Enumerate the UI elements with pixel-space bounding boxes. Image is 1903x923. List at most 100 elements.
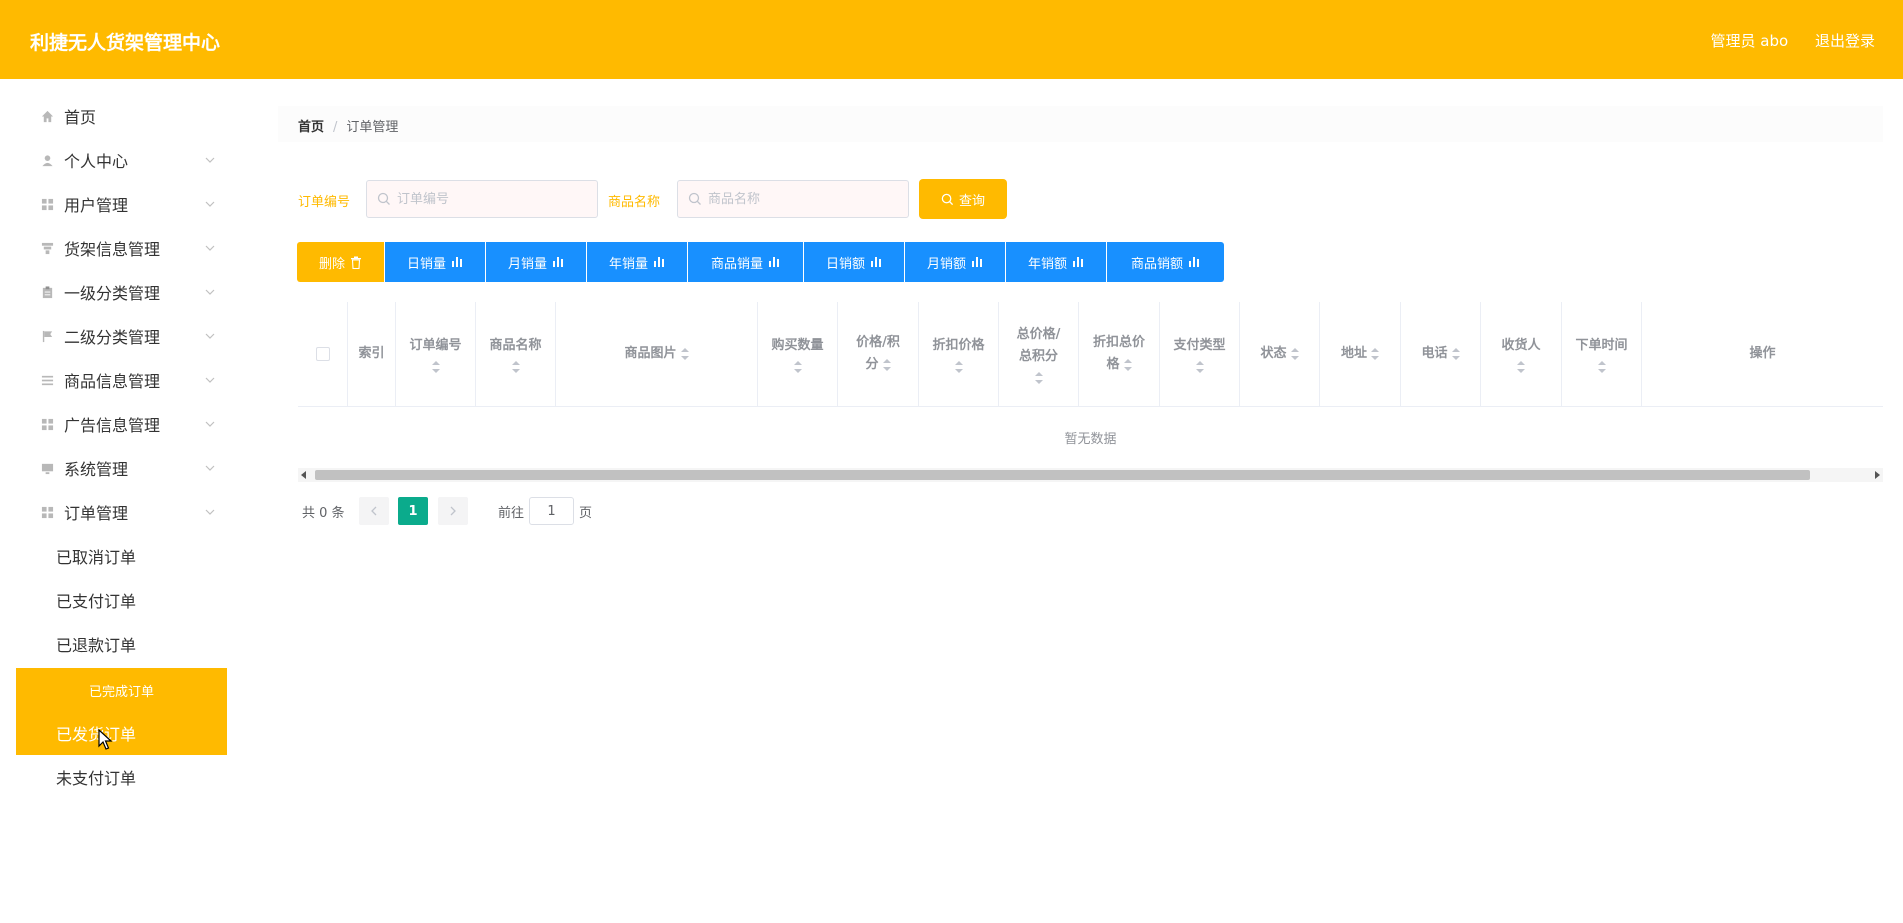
goto-page-input[interactable] — [529, 497, 574, 525]
prev-page-button[interactable] — [359, 497, 389, 525]
scroll-left-icon[interactable] — [301, 471, 307, 479]
clipboard-icon — [40, 285, 54, 299]
order-no-label: 订单编号 — [298, 195, 351, 210]
page-number-current[interactable]: 1 — [398, 497, 428, 525]
user-icon — [40, 153, 54, 167]
sidebar-item-home[interactable]: 首页 — [16, 94, 227, 138]
sidebar-subitem-shipped-orders[interactable]: 已发货订单 — [16, 710, 227, 755]
sort-icon[interactable] — [1290, 348, 1299, 360]
bar-chart-icon — [654, 257, 664, 267]
sort-icon[interactable] — [431, 361, 440, 373]
orders-table: 索引 订单编号 商品名称 商品图片 购买数量 价格/积 分 折扣价格 总价格/ … — [298, 302, 1883, 407]
column-header-label: 分 — [865, 357, 879, 372]
column-header-discount-total[interactable]: 折扣总价 格 — [1079, 302, 1160, 406]
sidebar-item-label: 广告信息管理 — [64, 416, 161, 435]
chevron-down-icon — [205, 289, 215, 295]
query-button[interactable]: 查询 — [919, 179, 1007, 219]
column-header-discount-price[interactable]: 折扣价格 — [919, 302, 999, 406]
column-header-product-image[interactable]: 商品图片 — [556, 302, 758, 406]
yearly-sales-volume-button[interactable]: 年销量 — [587, 242, 687, 282]
delete-button[interactable]: 删除 — [297, 242, 384, 282]
sort-icon[interactable] — [1034, 372, 1043, 384]
sidebar-item-category-2[interactable]: 二级分类管理 — [16, 314, 227, 358]
sidebar-subitem-completed-orders[interactable]: 已完成订单 — [16, 668, 227, 712]
sort-icon[interactable] — [1597, 361, 1606, 373]
sidebar-subitem-refunded-orders[interactable]: 已退款订单 — [16, 622, 227, 666]
daily-sales-volume-button[interactable]: 日销量 — [385, 242, 485, 282]
column-header-address[interactable]: 地址 — [1320, 302, 1401, 406]
table-horizontal-scrollbar[interactable] — [298, 468, 1883, 482]
sidebar-item-orders[interactable]: 订单管理 — [16, 490, 227, 534]
product-sales-amount-button[interactable]: 商品销额 — [1107, 242, 1224, 282]
chevron-down-icon — [205, 509, 215, 515]
column-header-label: 折扣价格 — [932, 338, 985, 353]
sidebar-subitem-paid-orders[interactable]: 已支付订单 — [16, 578, 227, 622]
admin-user-label[interactable]: 管理员 abo — [1711, 32, 1789, 50]
sidebar-subitem-label: 未支付订单 — [56, 769, 137, 788]
yearly-sales-amount-button[interactable]: 年销额 — [1006, 242, 1106, 282]
toolbar-button-label: 日销额 — [825, 256, 865, 272]
product-name-input[interactable] — [677, 180, 909, 218]
column-header-label: 总价格/ — [1016, 327, 1061, 342]
column-header-label: 电话 — [1421, 346, 1448, 361]
chevron-down-icon — [205, 421, 215, 427]
sort-icon[interactable] — [1195, 361, 1204, 373]
sort-icon[interactable] — [882, 358, 891, 371]
column-header-payment-type[interactable]: 支付类型 — [1160, 302, 1240, 406]
product-name-label: 商品名称 — [608, 195, 661, 210]
sidebar-subitem-cancelled-orders[interactable]: 已取消订单 — [16, 534, 227, 578]
sidebar-item-system[interactable]: 系统管理 — [16, 446, 227, 490]
sort-icon[interactable] — [1451, 348, 1460, 360]
column-header-product-name[interactable]: 商品名称 — [476, 302, 556, 406]
sidebar-subitem-unpaid-orders[interactable]: 未支付订单 — [16, 755, 227, 799]
pagination-total: 共 0 条 — [302, 505, 345, 521]
order-no-input[interactable] — [366, 180, 598, 218]
sidebar-item-product-info[interactable]: 商品信息管理 — [16, 358, 227, 402]
logout-link[interactable]: 退出登录 — [1815, 32, 1875, 50]
page-suffix: 页 — [579, 505, 593, 521]
sidebar-item-shelf-info[interactable]: 货架信息管理 — [16, 226, 227, 270]
sort-icon[interactable] — [954, 361, 963, 373]
column-header-status[interactable]: 状态 — [1240, 302, 1320, 406]
breadcrumb-home[interactable]: 首页 — [298, 120, 324, 135]
column-header-phone[interactable]: 电话 — [1401, 302, 1481, 406]
column-header-label: 商品名称 — [489, 338, 542, 353]
chevron-down-icon — [205, 245, 215, 251]
sidebar-subitem-label: 已取消订单 — [56, 548, 137, 567]
column-header-total-price[interactable]: 总价格/ 总积分 — [999, 302, 1079, 406]
sidebar-item-category-1[interactable]: 一级分类管理 — [16, 270, 227, 314]
sidebar-item-ad-info[interactable]: 广告信息管理 — [16, 402, 227, 446]
sort-icon[interactable] — [793, 361, 802, 373]
column-header-index: 索引 — [348, 302, 396, 406]
sidebar-item-label: 用户管理 — [64, 196, 129, 215]
scrollbar-thumb[interactable] — [315, 470, 1810, 480]
daily-sales-amount-button[interactable]: 日销额 — [804, 242, 904, 282]
product-sales-volume-button[interactable]: 商品销量 — [688, 242, 803, 282]
column-header-quantity[interactable]: 购买数量 — [758, 302, 838, 406]
select-all-checkbox[interactable] — [315, 347, 330, 361]
chevron-down-icon — [205, 201, 215, 207]
sort-icon[interactable] — [1123, 358, 1132, 371]
sidebar-item-label: 货架信息管理 — [64, 240, 161, 259]
chevron-right-icon — [450, 506, 456, 516]
column-header-order-no[interactable]: 订单编号 — [396, 302, 476, 406]
next-page-button[interactable] — [438, 497, 468, 525]
column-header-receiver[interactable]: 收货人 — [1481, 302, 1562, 406]
sort-icon[interactable] — [511, 361, 520, 373]
grid-icon — [40, 505, 54, 519]
sort-icon[interactable] — [1371, 348, 1379, 360]
monthly-sales-volume-button[interactable]: 月销量 — [486, 242, 586, 282]
search-icon — [377, 192, 390, 205]
column-header-label: 状态 — [1260, 346, 1287, 361]
sort-icon[interactable] — [1517, 361, 1525, 373]
sidebar-subitem-label: 已退款订单 — [56, 636, 137, 655]
toolbar-button-label: 日销量 — [406, 256, 446, 272]
column-header-order-time[interactable]: 下单时间 — [1562, 302, 1642, 406]
column-header-price-points[interactable]: 价格/积 分 — [838, 302, 919, 406]
sidebar-item-users[interactable]: 用户管理 — [16, 182, 227, 226]
bar-chart-icon — [769, 257, 779, 267]
sidebar-item-profile[interactable]: 个人中心 — [16, 138, 227, 182]
scroll-right-icon[interactable] — [1874, 471, 1880, 479]
sort-icon[interactable] — [680, 348, 689, 360]
monthly-sales-amount-button[interactable]: 月销额 — [905, 242, 1005, 282]
